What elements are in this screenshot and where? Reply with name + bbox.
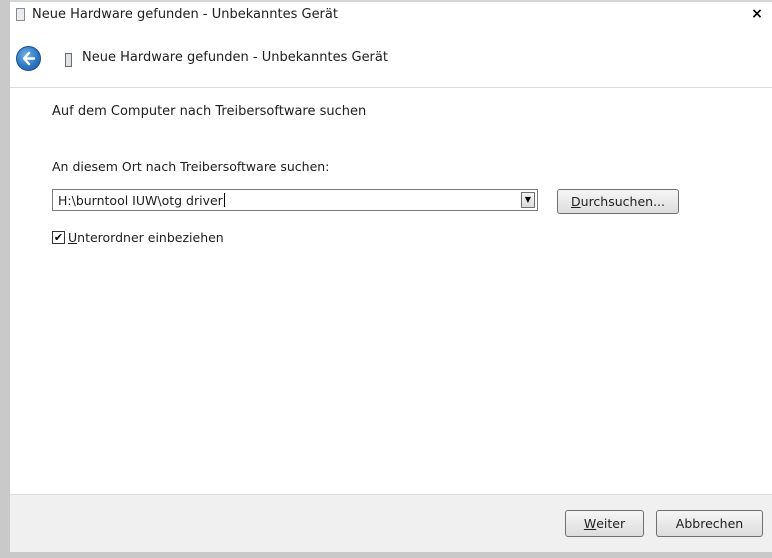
title-bar-edge xyxy=(10,0,772,2)
text-cursor xyxy=(223,193,225,207)
browse-label: urchsuchen... xyxy=(580,194,665,209)
page-heading: Auf dem Computer nach Treibersoftware su… xyxy=(52,104,367,119)
device-icon xyxy=(65,53,72,67)
dropdown-arrow-icon[interactable]: ▼ xyxy=(521,192,535,208)
driver-path-value[interactable]: H:\burntool IUW\otg driver xyxy=(58,193,225,208)
include-subfolders-label[interactable]: Unterordner einbeziehen xyxy=(68,230,224,245)
wizard-content: Auf dem Computer nach Treibersoftware su… xyxy=(10,88,772,494)
cancel-button[interactable]: Abbrechen xyxy=(656,510,763,537)
title-bar: Neue Hardware gefunden - Unbekanntes Ger… xyxy=(10,0,772,30)
back-arrow-icon[interactable] xyxy=(16,46,41,71)
search-location-label: An diesem Ort nach Treibersoftware suche… xyxy=(52,159,330,174)
close-icon[interactable]: × xyxy=(750,7,764,21)
wizard-title: Neue Hardware gefunden - Unbekanntes Ger… xyxy=(82,50,388,65)
window-title: Neue Hardware gefunden - Unbekanntes Ger… xyxy=(32,7,338,22)
include-subfolders-checkbox[interactable]: ✔ xyxy=(52,231,65,244)
hardware-app-icon xyxy=(16,8,25,21)
browse-button[interactable]: Durchsuchen... xyxy=(557,189,679,214)
button-bar: Weiter Abbrechen xyxy=(10,494,772,552)
next-button[interactable]: Weiter xyxy=(565,510,644,537)
wizard-header: Neue Hardware gefunden - Unbekanntes Ger… xyxy=(10,30,772,88)
driver-path-combobox[interactable]: H:\burntool IUW\otg driver ▼ xyxy=(52,189,538,211)
dialog-window: Neue Hardware gefunden - Unbekanntes Ger… xyxy=(0,0,772,558)
browse-accel: D xyxy=(571,194,581,209)
